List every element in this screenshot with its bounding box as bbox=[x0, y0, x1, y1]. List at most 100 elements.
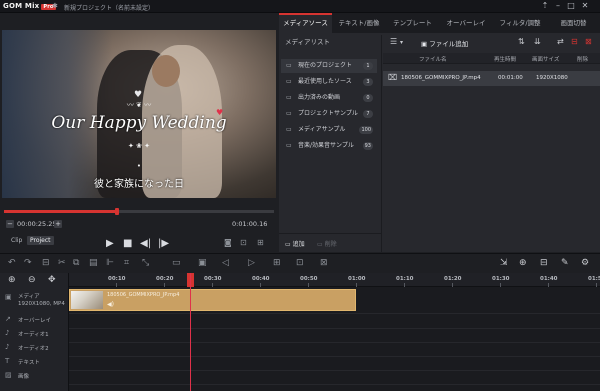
paste-icon[interactable]: ▤ bbox=[89, 258, 98, 268]
tab-clip[interactable]: Clip bbox=[8, 236, 25, 245]
title-bar: GOM Mix Pro ✱ 新規プロジェクト（名前未設定） ⇡ – □ ✕ bbox=[0, 0, 600, 13]
crop-icon[interactable]: ⌗ bbox=[124, 258, 129, 268]
add-track-icon[interactable]: ⊕ bbox=[519, 258, 527, 268]
ruler-tick bbox=[212, 283, 213, 287]
track-image[interactable]: ▨ 画像 bbox=[0, 371, 69, 385]
ruler-tick bbox=[404, 283, 405, 287]
video-adjust-icon[interactable]: ▭ bbox=[172, 258, 181, 268]
play-icon[interactable]: ▶ bbox=[106, 238, 114, 249]
delete-all-icon[interactable]: ⊠ bbox=[585, 37, 592, 46]
export-frame-icon[interactable]: ⊟ bbox=[540, 258, 548, 268]
track-audio2[interactable]: ♪ オーディオ2 bbox=[0, 343, 69, 357]
clip-thumbnail bbox=[71, 291, 103, 309]
track-media[interactable]: ▣ メディア 1920X1080, MP4 bbox=[0, 293, 69, 315]
zoom-in-icon[interactable]: ⊕ bbox=[8, 275, 16, 285]
split-icon[interactable]: ⊩ bbox=[106, 258, 114, 268]
transform-icon[interactable]: ⤡ bbox=[142, 258, 149, 268]
folder-media-samples[interactable]: ▭ メディアサンプル 100 bbox=[281, 123, 377, 137]
time-plus-button[interactable]: + bbox=[54, 220, 62, 228]
zoom-out-icon[interactable]: ⊖ bbox=[28, 275, 36, 285]
video-preview[interactable]: ♥ ♥ 〰 ❦ 〰 Our Happy Wedding ✦ ❀ ✦ • 彼と家族… bbox=[2, 30, 276, 198]
cut-icon[interactable]: ✂ bbox=[58, 258, 66, 268]
tab-template[interactable]: テンプレート bbox=[386, 13, 439, 33]
track-overlay[interactable]: ↗ オーバーレイ bbox=[0, 315, 69, 329]
file-row[interactable]: ⌧ 180506_GOMMIXPRO_JP.mp4 00:01:00 1920X… bbox=[383, 71, 600, 86]
lane-divider bbox=[69, 356, 600, 357]
folder-exported-videos[interactable]: ▭ 出力済みの動画 0 bbox=[281, 91, 377, 105]
lane-divider bbox=[69, 328, 600, 329]
settings-icon[interactable]: ⚙ bbox=[581, 258, 589, 268]
gear-icon[interactable]: ✱ bbox=[52, 2, 58, 10]
ruler-tick bbox=[356, 283, 357, 287]
subtitle-icon[interactable]: ▣ bbox=[198, 258, 207, 268]
timeline-clip[interactable]: 180506_GOMMIXPRO_JP.mp4 ◀) bbox=[69, 289, 356, 311]
folder-count: 93 bbox=[362, 142, 373, 150]
ruler-tick-label: 01:10 bbox=[396, 276, 414, 282]
stop-icon[interactable]: ■ bbox=[123, 238, 132, 249]
copy-icon[interactable]: ⧉ bbox=[73, 258, 79, 268]
timeline[interactable]: 00:10 00:20 00:30 00:40 00:50 01:00 01:10 01:20… bbox=[69, 273, 600, 391]
add-file-button[interactable]: ▣ ファイル追加 bbox=[421, 38, 468, 48]
file-size: 1920X1080 bbox=[536, 75, 568, 81]
lane-divider bbox=[69, 384, 600, 385]
folder-icon: ▭ bbox=[286, 110, 292, 117]
document-title: 新規プロジェクト（名前未設定） bbox=[64, 5, 155, 12]
delete-icon[interactable]: ⊟ bbox=[571, 37, 578, 46]
playhead[interactable] bbox=[190, 273, 191, 391]
folder-music-samples[interactable]: ▭ 音楽/効果音サンプル 93 bbox=[281, 139, 377, 153]
extract-icon[interactable]: ⊠ bbox=[320, 258, 328, 268]
add-folder-button[interactable]: ▭ 追加 bbox=[285, 239, 305, 248]
edit-icon[interactable]: ✎ bbox=[561, 258, 569, 268]
folder-current-project[interactable]: ▭ 現在のプロジェクト 1 bbox=[281, 59, 377, 73]
tab-project[interactable]: Project bbox=[27, 236, 54, 245]
column-filename[interactable]: ファイル名 bbox=[419, 55, 447, 63]
next-frame-icon[interactable]: |▶ bbox=[158, 238, 169, 249]
seek-bar[interactable] bbox=[4, 208, 274, 215]
folder-recent-sources[interactable]: ▭ 最近使用したソース 3 bbox=[281, 75, 377, 89]
maximize-button[interactable]: □ bbox=[566, 1, 576, 10]
ruler-tick bbox=[164, 283, 165, 287]
zoom-fit-icon[interactable]: ⊡ bbox=[240, 238, 247, 247]
delete-icon[interactable]: ⊟ bbox=[42, 258, 50, 268]
sort-icon[interactable]: ⇅ bbox=[518, 37, 525, 46]
import-icon[interactable]: ⇲ bbox=[500, 258, 508, 268]
ruler-tick-label: 01:40 bbox=[540, 276, 558, 282]
tab-transition[interactable]: 画面切替 bbox=[547, 13, 600, 33]
seek-handle[interactable] bbox=[115, 208, 120, 215]
timeline-ruler[interactable]: 00:10 00:20 00:30 00:40 00:50 01:00 01:10 01:20… bbox=[69, 273, 600, 287]
speed-icon[interactable]: ▷ bbox=[248, 258, 255, 268]
tab-media-source[interactable]: メディアソース bbox=[279, 13, 332, 33]
track-text[interactable]: T テキスト bbox=[0, 357, 69, 371]
volume-icon[interactable]: ◁ bbox=[222, 258, 229, 268]
replace-icon[interactable]: ⊡ bbox=[296, 258, 304, 268]
folder-project-samples[interactable]: ▭ プロジェクトサンプル 7 bbox=[281, 107, 377, 121]
ruler-tick bbox=[500, 283, 501, 287]
tab-filter[interactable]: フィルタ/調整 bbox=[493, 13, 547, 33]
ruler-tick-label: 01:30 bbox=[492, 276, 510, 282]
chevron-down-icon[interactable]: ▾ bbox=[400, 39, 403, 46]
upload-icon[interactable]: ⇡ bbox=[540, 1, 550, 10]
minimize-button[interactable]: – bbox=[553, 1, 563, 10]
sort-desc-icon[interactable]: ⇊ bbox=[534, 37, 541, 46]
prev-frame-icon[interactable]: ◀| bbox=[140, 238, 151, 249]
track-audio1[interactable]: ♪ オーディオ1 bbox=[0, 329, 69, 343]
insert-icon[interactable]: ⊞ bbox=[273, 258, 281, 268]
audio-track-icon: ♪ bbox=[5, 329, 10, 337]
column-size[interactable]: 画面サイズ bbox=[532, 55, 559, 63]
camera-icon[interactable]: ◙ bbox=[224, 238, 232, 247]
folder-icon: ▭ bbox=[286, 142, 292, 149]
close-button[interactable]: ✕ bbox=[580, 1, 590, 10]
fullscreen-icon[interactable]: ⊞ bbox=[257, 238, 264, 247]
column-duration[interactable]: 再生時間 bbox=[494, 55, 516, 63]
redo-icon[interactable]: ↷ bbox=[24, 258, 32, 268]
tab-text-image[interactable]: テキスト/画像 bbox=[332, 13, 386, 33]
fit-timeline-icon[interactable]: ✥ bbox=[48, 275, 56, 285]
video-headline: Our Happy Wedding bbox=[51, 113, 227, 133]
current-time: 00:00:25.25 bbox=[17, 220, 57, 228]
list-view-icon[interactable]: ☰ bbox=[390, 37, 397, 46]
tab-overlay[interactable]: オーバーレイ bbox=[439, 13, 493, 33]
undo-icon[interactable]: ↶ bbox=[8, 258, 16, 268]
move-icon[interactable]: ⇄ bbox=[557, 37, 564, 46]
time-minus-button[interactable]: − bbox=[6, 220, 14, 228]
delete-folder-button[interactable]: ▭ 削除 bbox=[317, 239, 337, 248]
